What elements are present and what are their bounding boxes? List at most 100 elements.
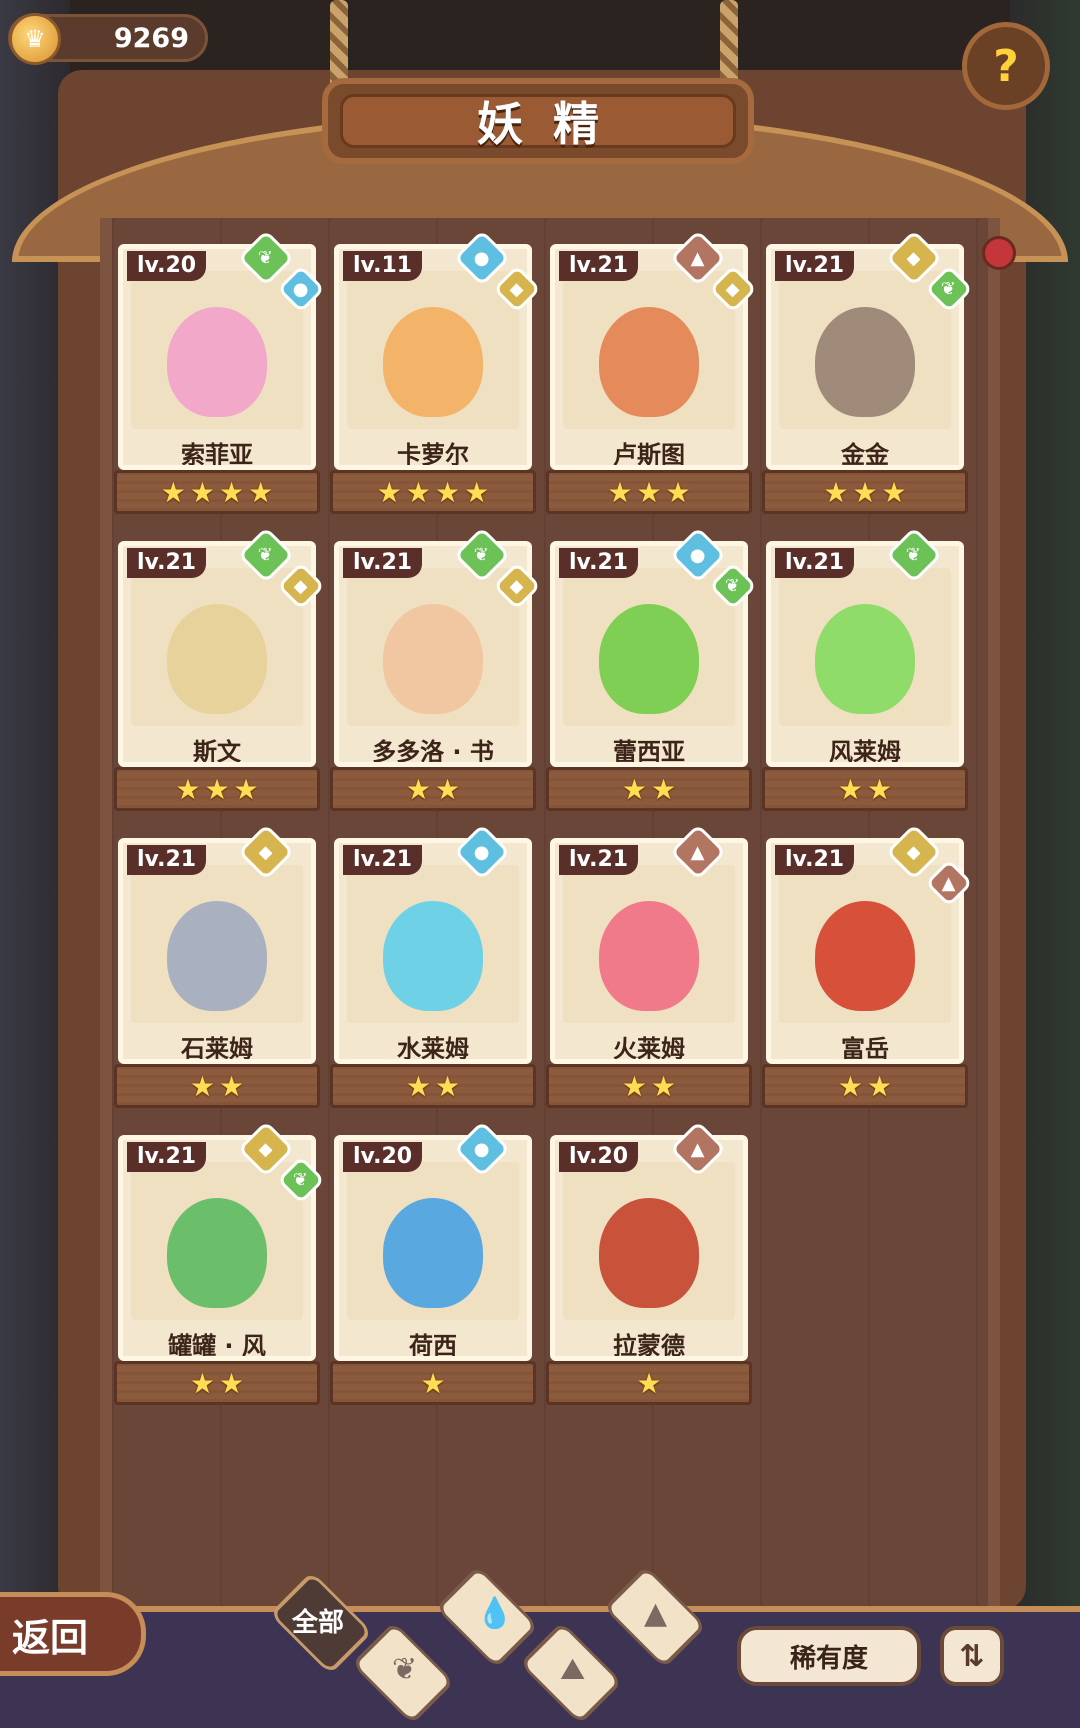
filter-all-label: 全部 [292, 1608, 345, 1638]
fairy-figure [383, 1198, 483, 1308]
fairy-figure [599, 307, 699, 417]
star-icon: ★ [636, 475, 662, 509]
star-rating: ★ ★ ★ ★ [330, 470, 536, 514]
fairy-level: lv.21 [775, 251, 855, 281]
fairy-level: lv.21 [127, 1142, 207, 1172]
sort-order-button[interactable]: ⇅ [940, 1626, 1004, 1686]
water-filter-icon: 💧 [476, 1596, 514, 1631]
fairy-portrait [563, 1162, 735, 1320]
fairy-portrait [131, 568, 303, 726]
title-sign: 妖精 [322, 78, 754, 164]
star-icon: ★ [435, 772, 461, 806]
fairy-name: 卢斯图 [613, 441, 685, 469]
fairy-level: lv.21 [343, 548, 423, 578]
star-icon: ★ [651, 772, 677, 806]
star-rating: ★ ★ ★ [762, 470, 968, 514]
star-rating: ★ [330, 1361, 536, 1405]
fairy-card[interactable]: lv.21 富岳 ◆ ▲ ★ ★ [762, 823, 974, 1108]
fairy-card[interactable]: lv.21 多多洛 · 书 ❦ ◆ ★ ★ [330, 526, 542, 811]
fairy-level: lv.20 [343, 1142, 423, 1172]
fairy-level: lv.20 [559, 1142, 639, 1172]
fairy-figure [815, 307, 915, 417]
fairy-card[interactable]: lv.21 蕾西亚 ● ❦ ★ ★ [546, 526, 758, 811]
fairy-card-body: lv.21 水莱姆 [334, 838, 532, 1064]
fairy-portrait [131, 271, 303, 429]
fairy-card-body: lv.20 荷西 [334, 1135, 532, 1361]
fairy-figure [383, 901, 483, 1011]
fairy-portrait [563, 568, 735, 726]
star-rating: ★ ★ [114, 1064, 320, 1108]
rarity-sort-button[interactable]: 稀有度 [737, 1626, 921, 1686]
star-icon: ★ [881, 475, 907, 509]
fairy-level: lv.21 [127, 548, 207, 578]
currency-value: 9269 [113, 23, 189, 54]
star-icon: ★ [823, 475, 849, 509]
fairy-portrait [779, 568, 951, 726]
star-icon: ★ [621, 1069, 647, 1103]
star-icon: ★ [435, 1069, 461, 1103]
fairy-card[interactable]: lv.21 卢斯图 ▲ ◆ ★ ★ ★ [546, 229, 758, 514]
fairy-name: 罐罐 · 风 [168, 1332, 266, 1360]
fairy-card-body: lv.20 拉蒙德 [550, 1135, 748, 1361]
fairy-card[interactable]: lv.21 石莱姆 ◆ ★ ★ [114, 823, 320, 1108]
fairy-figure [815, 901, 915, 1011]
fairy-name: 荷西 [409, 1332, 457, 1360]
fairy-card[interactable]: lv.21 斯文 ❦ ◆ ★ ★ ★ [114, 526, 326, 811]
star-icon: ★ [665, 475, 691, 509]
fairy-portrait [347, 568, 519, 726]
star-icon: ★ [189, 1366, 215, 1400]
fairy-name: 金金 [841, 441, 889, 469]
star-rating: ★ ★ ★ ★ [114, 470, 320, 514]
fire-filter-icon: ▲ [644, 1596, 668, 1631]
fairy-level: lv.21 [775, 548, 855, 578]
star-icon: ★ [420, 1366, 446, 1400]
fairy-portrait [131, 1162, 303, 1320]
fairy-name: 多多洛 · 书 [372, 738, 494, 766]
ladybug-icon[interactable] [982, 236, 1016, 270]
help-button[interactable]: ? [962, 22, 1050, 110]
fairy-card[interactable]: lv.11 卡萝尔 ● ◆ ★ ★ ★ ★ [330, 229, 542, 514]
fairy-portrait [563, 271, 735, 429]
back-button[interactable]: 返回 [0, 1592, 146, 1676]
star-icon: ★ [219, 475, 245, 509]
star-icon: ★ [376, 475, 402, 509]
fairy-card[interactable]: lv.20 荷西 ● ★ [330, 1120, 536, 1405]
sort-order-icon: ⇅ [959, 1638, 985, 1674]
crown-coin-icon: ♛ [9, 13, 61, 65]
fairy-card[interactable]: lv.21 风莱姆 ❦ ★ ★ [762, 526, 968, 811]
fairy-card-body: lv.21 风莱姆 [766, 541, 964, 767]
star-icon: ★ [405, 1069, 431, 1103]
star-rating: ★ ★ [330, 1064, 536, 1108]
fairy-level: lv.21 [127, 845, 207, 875]
star-rating: ★ ★ [330, 767, 536, 811]
star-rating: ★ ★ ★ [114, 767, 320, 811]
fairy-card[interactable]: lv.21 火莱姆 ▲ ★ ★ [546, 823, 752, 1108]
star-icon: ★ [867, 1069, 893, 1103]
fairy-figure [167, 307, 267, 417]
fairy-portrait [131, 865, 303, 1023]
star-icon: ★ [175, 772, 201, 806]
fairy-level: lv.21 [559, 845, 639, 875]
fairy-name: 风莱姆 [829, 738, 901, 766]
fairy-figure [167, 604, 267, 714]
fairy-portrait [347, 1162, 519, 1320]
star-rating: ★ ★ [114, 1361, 320, 1405]
fairy-portrait [779, 865, 951, 1023]
currency-display[interactable]: ♛ 9269 [8, 13, 208, 65]
star-rating: ★ [546, 1361, 752, 1405]
fairy-card[interactable]: lv.21 水莱姆 ● ★ ★ [330, 823, 536, 1108]
filter-fire-button[interactable]: ▲ [603, 1565, 707, 1669]
star-icon: ★ [189, 475, 215, 509]
fairy-card[interactable]: lv.20 索菲亚 ❦ ● ★ ★ ★ ★ [114, 229, 326, 514]
star-icon: ★ [219, 1069, 245, 1103]
fairy-level: lv.11 [343, 251, 423, 281]
fairy-name: 火莱姆 [613, 1035, 685, 1063]
fairy-card[interactable]: lv.20 拉蒙德 ▲ ★ [546, 1120, 752, 1405]
question-sprout-icon: ? [993, 40, 1019, 92]
fairy-card[interactable]: lv.21 罐罐 · 风 ◆ ❦ ★ ★ [114, 1120, 326, 1405]
fairy-figure [599, 901, 699, 1011]
star-icon: ★ [621, 772, 647, 806]
star-icon: ★ [204, 772, 230, 806]
fairy-card[interactable]: lv.21 金金 ◆ ❦ ★ ★ ★ [762, 229, 974, 514]
star-rating: ★ ★ ★ [546, 470, 752, 514]
